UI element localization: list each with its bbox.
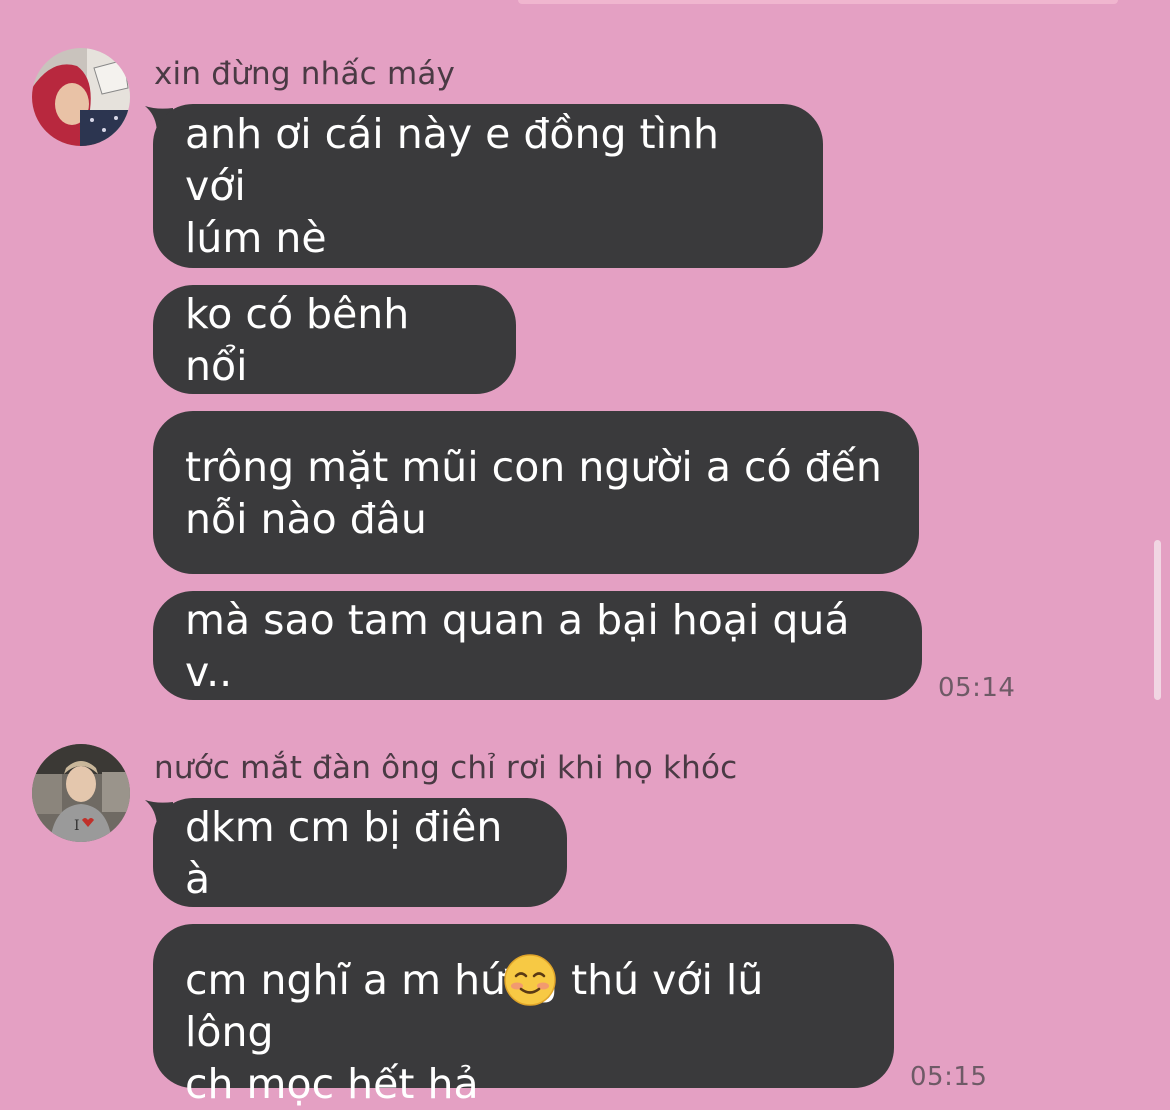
avatar-photo-icon bbox=[32, 48, 130, 146]
message-text: mà sao tam quan a bại hoại quá v.. bbox=[185, 595, 850, 696]
avatar[interactable] bbox=[32, 48, 130, 146]
message-text: cm nghĩ a m hứng thú với lũ lông ch mọc … bbox=[185, 902, 862, 1110]
sender-name: nước mắt đàn ông chỉ rơi khi họ khóc bbox=[154, 750, 738, 786]
avatar-photo-icon: I bbox=[32, 744, 130, 842]
message-text: dkm cm bị điên à bbox=[185, 802, 503, 903]
message-text: ko có bênh nổi bbox=[185, 289, 410, 390]
smiling-face-with-blush-icon bbox=[504, 954, 556, 1006]
message-time: 05:15 bbox=[910, 1062, 988, 1092]
top-edge-bar bbox=[518, 0, 1118, 4]
message-time: 05:14 bbox=[938, 673, 1016, 703]
message-bubble[interactable]: trông mặt mũi con người a có đến nỗi nào… bbox=[153, 411, 919, 574]
message-text: anh ơi cái này e đồng tình với lúm nè bbox=[185, 110, 719, 262]
message-text-content: cm nghĩ a m hứng thú với lũ lông ch mọc … bbox=[185, 956, 764, 1108]
message-text: trông mặt mũi con người a có đến nỗi nào… bbox=[185, 442, 882, 543]
svg-text:I: I bbox=[74, 818, 80, 834]
message-bubble[interactable]: mà sao tam quan a bại hoại quá v.. bbox=[153, 591, 922, 700]
message-bubble[interactable]: ko có bênh nổi bbox=[153, 285, 516, 394]
message-bubble[interactable]: anh ơi cái này e đồng tình với lúm nè bbox=[153, 104, 823, 268]
message-bubble[interactable]: cm nghĩ a m hứng thú với lũ lông ch mọc … bbox=[153, 924, 894, 1108]
sender-name: xin đừng nhấc máy bbox=[154, 56, 456, 92]
message-bubble[interactable]: dkm cm bị điên à bbox=[153, 798, 567, 907]
avatar[interactable]: I bbox=[32, 744, 130, 842]
scrollbar[interactable] bbox=[1154, 540, 1161, 700]
